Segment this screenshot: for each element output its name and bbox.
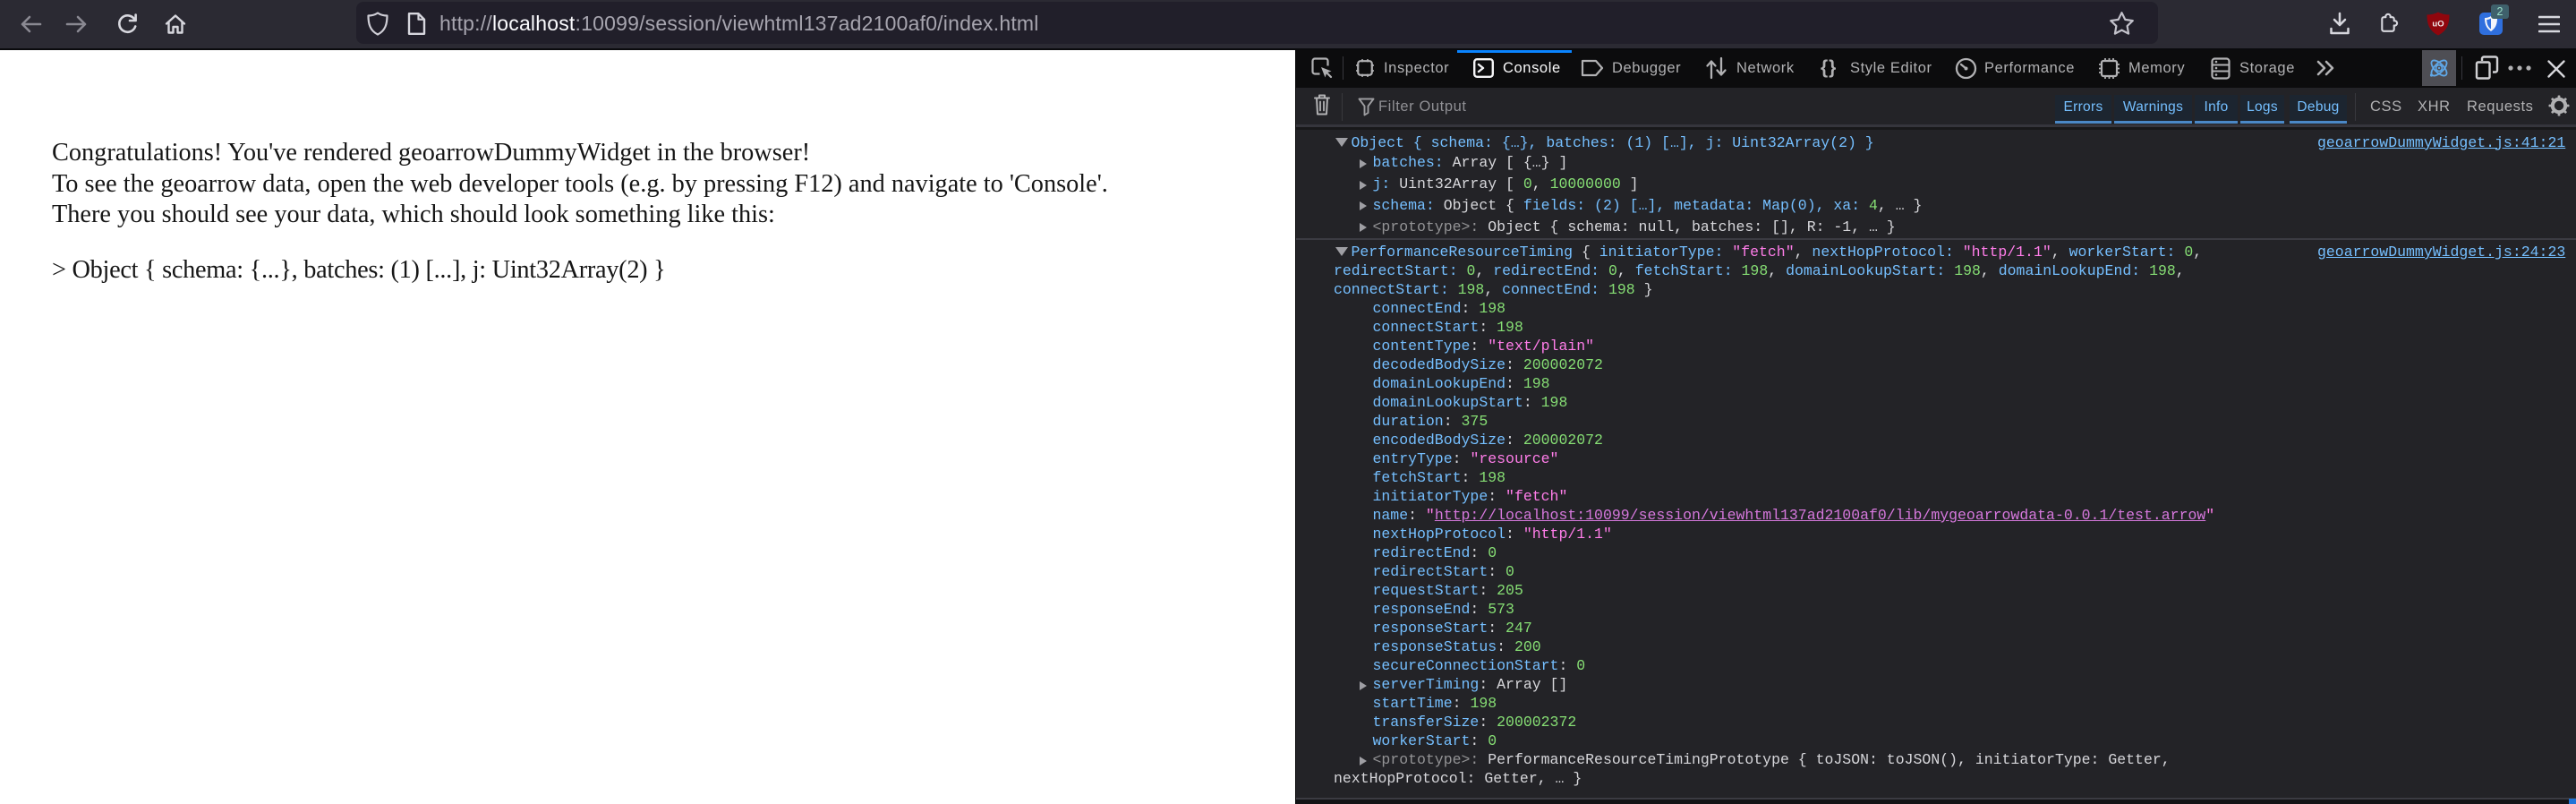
svg-text:uO: uO (2432, 20, 2444, 30)
